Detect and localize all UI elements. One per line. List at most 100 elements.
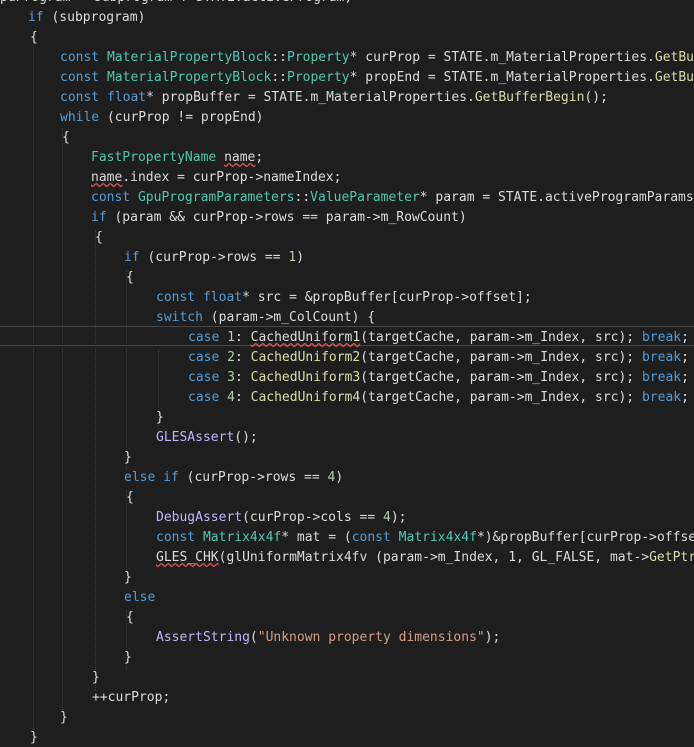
code-token: if bbox=[91, 210, 107, 225]
code-line[interactable]: } bbox=[30, 728, 38, 747]
code-token: { bbox=[30, 30, 38, 45]
code-line[interactable]: { bbox=[126, 488, 134, 508]
code-line[interactable]: if (subprogram) bbox=[28, 8, 145, 28]
code-token: GLESAssert bbox=[156, 430, 235, 445]
code-token: break bbox=[641, 390, 682, 405]
code-line[interactable]: { bbox=[62, 128, 70, 148]
code-token: :: bbox=[271, 50, 287, 65]
code-token: GetBufferEnd bbox=[654, 70, 694, 85]
code-editor[interactable]: puProgram = subprogram ? STATE.activePro… bbox=[0, 0, 694, 747]
code-token: CachedUniform2 bbox=[250, 350, 361, 365]
code-token: break bbox=[641, 330, 682, 345]
code-line[interactable]: } bbox=[124, 448, 132, 468]
code-token: : bbox=[234, 330, 251, 345]
code-line[interactable]: const MaterialPropertyBlock::Property* p… bbox=[60, 68, 694, 88]
code-token: CachedUniform1 bbox=[250, 330, 361, 345]
code-token: *)&propBuffer[curProp->offset]; bbox=[476, 530, 694, 545]
code-token: DebugAssert bbox=[156, 510, 243, 525]
code-line[interactable]: const Matrix4x4f* mat = (const Matrix4x4… bbox=[156, 528, 694, 548]
code-token: (); bbox=[234, 430, 258, 445]
code-token: "Unknown property dimensions" bbox=[257, 630, 485, 645]
code-token: * curProp = STATE.m_MaterialProperties. bbox=[349, 50, 655, 65]
code-line[interactable]: AssertString("Unknown property dimension… bbox=[156, 628, 500, 648]
code-token: } bbox=[124, 570, 132, 585]
code-token: 3 bbox=[227, 370, 235, 385]
code-line[interactable]: else bbox=[124, 588, 155, 608]
indent-guide bbox=[126, 270, 127, 470]
code-token: } bbox=[156, 410, 164, 425]
code-token: } bbox=[60, 710, 68, 725]
code-line[interactable]: { bbox=[126, 608, 134, 628]
code-line[interactable]: puProgram = subprogram ? STATE.activePro… bbox=[0, 0, 352, 8]
code-line[interactable]: case 4: CachedUniform4(targetCache, para… bbox=[188, 388, 689, 408]
code-line[interactable]: } bbox=[92, 668, 100, 688]
code-token: (param && curProp->rows == param->m_RowC… bbox=[106, 210, 467, 225]
code-token: { bbox=[62, 130, 70, 145]
code-line[interactable]: name.index = curProp->nameIndex; bbox=[91, 168, 341, 188]
code-token: { bbox=[126, 490, 134, 505]
code-line[interactable]: if (curProp->rows == 1) bbox=[124, 248, 304, 268]
code-line[interactable]: const MaterialPropertyBlock::Property* c… bbox=[60, 48, 694, 68]
code-line[interactable]: const GpuProgramParameters::ValueParamet… bbox=[91, 188, 694, 208]
code-line[interactable]: } bbox=[60, 708, 68, 728]
code-line[interactable]: case 2: CachedUniform2(targetCache, para… bbox=[188, 348, 689, 368]
code-token: GetBufferBegin bbox=[654, 50, 694, 65]
code-token: (targetCache, param->m_Index, src); bbox=[360, 330, 642, 345]
code-token: const bbox=[60, 70, 100, 85]
code-line[interactable]: GLESAssert(); bbox=[156, 428, 258, 448]
code-line[interactable]: { bbox=[30, 28, 38, 48]
code-token: AssertString bbox=[156, 630, 250, 645]
code-line[interactable]: else if (curProp->rows == 4) bbox=[124, 468, 343, 488]
code-line[interactable]: const float* propBuffer = STATE.m_Materi… bbox=[60, 88, 608, 108]
code-line[interactable]: FastPropertyName name; bbox=[91, 148, 263, 168]
code-line[interactable]: { bbox=[126, 268, 134, 288]
code-token: FastPropertyName bbox=[91, 150, 217, 165]
code-token: ; bbox=[681, 370, 689, 385]
code-token: { bbox=[95, 230, 103, 245]
code-token: ) bbox=[335, 470, 344, 485]
code-line[interactable]: case 1: CachedUniform1(targetCache, para… bbox=[188, 328, 689, 348]
code-token: ++curProp; bbox=[92, 690, 171, 705]
code-token: CachedUniform4 bbox=[250, 390, 361, 405]
code-token: if bbox=[163, 470, 179, 485]
code-token: 2 bbox=[227, 350, 235, 365]
code-token: else bbox=[124, 590, 156, 605]
code-line[interactable]: ++curProp; bbox=[92, 688, 170, 708]
code-token: { bbox=[126, 610, 134, 625]
code-token: (targetCache, param->m_Index, src); bbox=[360, 370, 642, 385]
code-line[interactable]: const float* src = &propBuffer[curProp->… bbox=[156, 288, 532, 308]
code-line[interactable]: } bbox=[156, 408, 164, 428]
code-token: case bbox=[188, 330, 220, 345]
code-token: Matrix4x4f bbox=[202, 530, 282, 545]
code-token: float bbox=[106, 90, 147, 105]
code-line[interactable]: if (param && curProp->rows == param->m_R… bbox=[91, 208, 467, 228]
code-line[interactable]: { bbox=[95, 228, 103, 248]
code-line[interactable]: while (curProp != propEnd) bbox=[60, 108, 264, 128]
code-line[interactable]: } bbox=[124, 568, 132, 588]
code-token: GetBufferBegin bbox=[474, 90, 585, 105]
code-token: (subprogram) bbox=[43, 10, 146, 25]
code-token: const bbox=[60, 50, 100, 65]
indent-guide bbox=[95, 230, 96, 690]
code-token: : bbox=[234, 350, 251, 365]
code-token: (glUniformMatrix4fv (param->m_Index, 1, … bbox=[218, 550, 650, 565]
code-line[interactable]: DebugAssert(curProp->cols == 4); bbox=[156, 508, 406, 528]
code-token: (curProp->rows == bbox=[178, 470, 328, 485]
code-token: ); bbox=[484, 630, 501, 645]
code-token: ( bbox=[249, 630, 258, 645]
code-token: * src = &propBuffer[curProp->offset]; bbox=[242, 290, 532, 305]
code-line[interactable]: switch (param->m_ColCount) { bbox=[156, 308, 375, 328]
code-token: } bbox=[92, 670, 100, 685]
code-token: Property bbox=[287, 50, 350, 65]
code-token: 4 bbox=[382, 510, 391, 525]
code-token: switch bbox=[156, 310, 203, 325]
code-line[interactable]: } bbox=[124, 648, 132, 668]
code-line[interactable]: case 3: CachedUniform3(targetCache, para… bbox=[188, 368, 689, 388]
code-token: const bbox=[156, 290, 196, 305]
code-line[interactable]: GLES_CHK(glUniformMatrix4fv (param->m_In… bbox=[156, 548, 694, 568]
